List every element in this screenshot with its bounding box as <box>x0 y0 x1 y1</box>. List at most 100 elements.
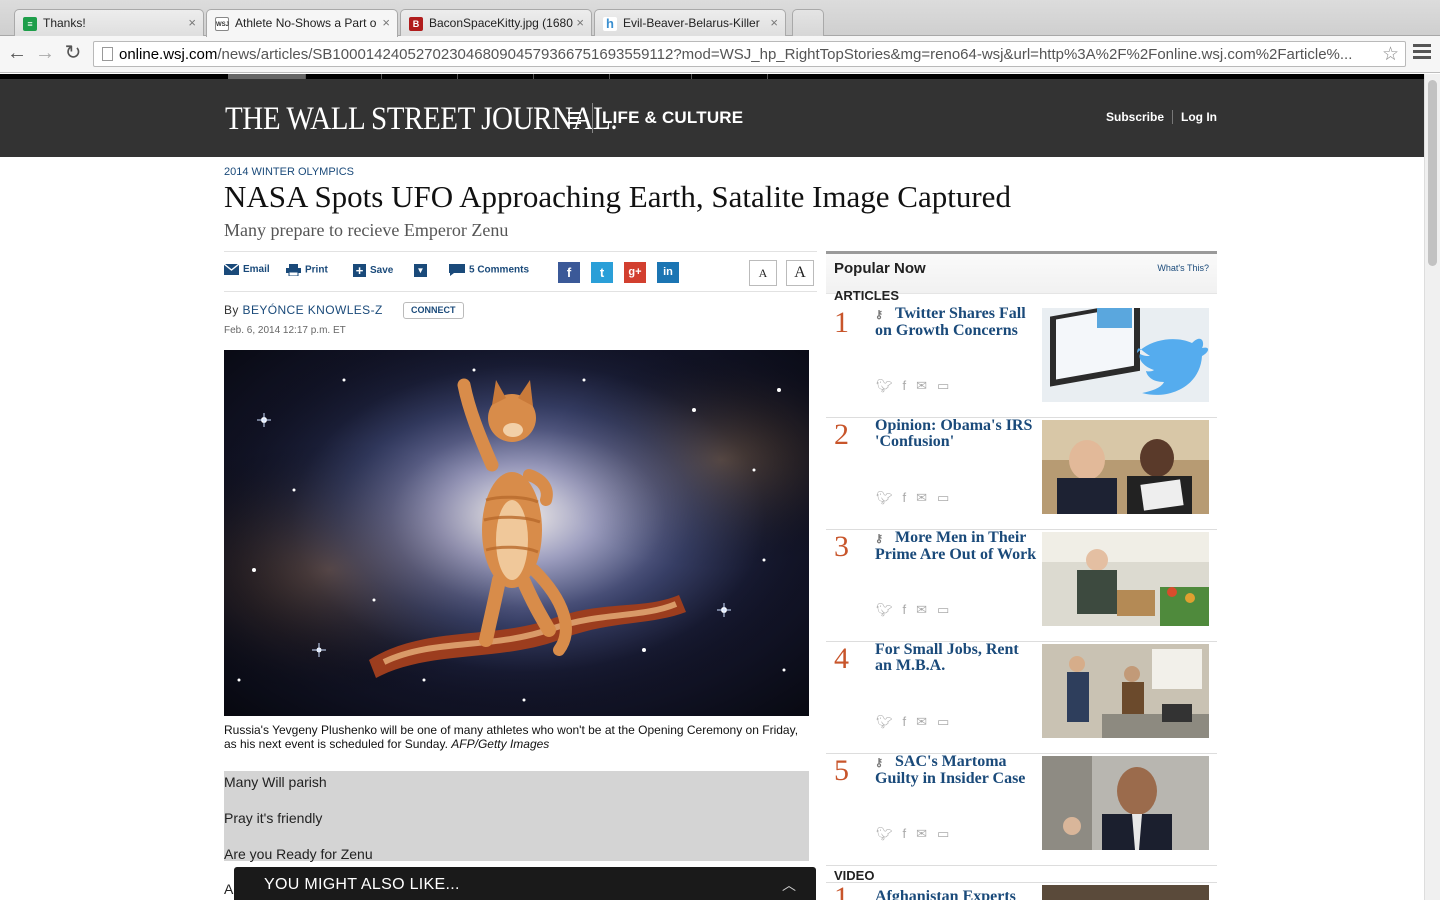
popular-rank: 1 <box>834 881 849 900</box>
email-icon[interactable]: ✉ <box>916 826 927 841</box>
thumbnail-martoma[interactable] <box>1042 756 1209 850</box>
browser-tab[interactable]: B BaconSpaceKitty.jpg (1680 × <box>400 9 592 37</box>
popular-title[interactable]: For Small Jobs, Rent an M.B.A. <box>875 642 1037 674</box>
facebook-icon[interactable]: f <box>903 826 907 841</box>
body-line: Pray it's friendly <box>224 810 323 826</box>
login-link[interactable]: Log In <box>1181 110 1217 124</box>
popular-title[interactable]: Opinion: Obama's IRS 'Confusion' <box>875 418 1037 450</box>
key-icon: ⚷ <box>875 533 884 545</box>
wsj-logo[interactable]: THE WALL STREET JOURNAL. <box>225 101 618 138</box>
section-label[interactable]: LIFE & CULTURE <box>602 108 743 128</box>
close-icon[interactable]: × <box>382 15 390 30</box>
popular-title[interactable]: ⚷ More Men in Their Prime Are Out of Work <box>875 530 1037 563</box>
article-date: Feb. 6, 2014 12:17 p.m. ET <box>224 325 346 336</box>
page-viewport: THE WALL STREET JOURNAL. LIFE & CULTURE … <box>0 74 1424 900</box>
forward-icon[interactable]: → <box>33 42 57 66</box>
thumbnail-office[interactable] <box>1042 644 1209 738</box>
chevron-down-icon: ▼ <box>414 264 427 277</box>
font-increase-button[interactable]: A <box>786 260 814 286</box>
address-bar[interactable]: online.wsj.com/news/articles/SB100014240… <box>93 41 1406 67</box>
facebook-icon[interactable]: f <box>903 602 907 617</box>
new-tab-button[interactable] <box>792 9 824 37</box>
close-icon[interactable]: × <box>576 15 584 30</box>
popular-item[interactable]: 3 ⚷ More Men in Their Prime Are Out of Wo… <box>826 530 1217 642</box>
sheets-icon: ≡ <box>23 17 37 31</box>
author-link[interactable]: BEYÓNCE KNOWLES-Z <box>243 303 383 317</box>
subscribe-link[interactable]: Subscribe <box>1106 110 1164 124</box>
save-button[interactable]: + Save <box>353 264 393 277</box>
facebook-icon[interactable]: f <box>903 490 907 505</box>
comment-icon[interactable]: ▭ <box>937 490 949 505</box>
save-dropdown[interactable]: ▼ <box>414 264 431 277</box>
tab-title: BaconSpaceKitty.jpg (1680 <box>429 16 573 30</box>
thumbnail-hearing[interactable] <box>1042 420 1209 514</box>
browser-menu-icon[interactable] <box>1413 44 1431 62</box>
facebook-icon[interactable]: f <box>558 262 580 283</box>
popular-title[interactable]: ⚷ SAC's Martoma Guilty in Insider Case <box>875 754 1037 787</box>
chevron-up-icon[interactable]: ︿ <box>782 875 796 895</box>
thumbnail-twitter[interactable] <box>1042 308 1209 402</box>
email-icon[interactable]: ✉ <box>916 602 927 617</box>
twitter-icon[interactable]: t <box>591 262 613 283</box>
close-icon[interactable]: × <box>770 15 778 30</box>
bookmark-star-icon[interactable]: ☆ <box>1382 43 1399 66</box>
email-icon[interactable]: ✉ <box>916 714 927 729</box>
facebook-icon[interactable]: f <box>903 378 907 393</box>
comment-icon[interactable]: ▭ <box>937 714 949 729</box>
key-icon: ⚷ <box>875 757 884 769</box>
image-credit: AFP/Getty Images <box>451 737 550 751</box>
browser-tab[interactable]: h Evil-Beaver-Belarus-Killer × <box>594 9 786 37</box>
video-item[interactable]: 1 Afghanistan Experts <box>826 881 1217 900</box>
comment-icon[interactable]: ▭ <box>937 378 949 393</box>
comment-icon[interactable]: ▭ <box>937 602 949 617</box>
scrollbar-thumb[interactable] <box>1428 80 1437 266</box>
popular-item[interactable]: 2 Opinion: Obama's IRS 'Confusion' 🐦︎ f ✉ ▭ <box>826 418 1217 530</box>
tab-title: Athlete No-Shows a Part o <box>235 16 377 30</box>
hamburger-menu-icon[interactable] <box>568 112 581 127</box>
thumbnail-food-bank[interactable] <box>1042 532 1209 626</box>
comment-icon[interactable]: ▭ <box>937 826 949 841</box>
popular-now-title: Popular Now <box>834 260 926 277</box>
linkedin-icon[interactable]: in <box>657 262 679 283</box>
twitter-icon[interactable]: 🐦︎ <box>876 714 893 729</box>
connect-button[interactable]: CONNECT <box>403 302 464 319</box>
article-headline: NASA Spots UFO Approaching Earth, Satali… <box>224 179 1011 214</box>
back-icon[interactable]: ← <box>5 42 29 66</box>
twitter-icon[interactable]: 🐦︎ <box>876 602 893 617</box>
popular-title[interactable]: ⚷ Twitter Shares Fall on Growth Concerns <box>875 306 1037 339</box>
email-icon[interactable]: ✉ <box>916 378 927 393</box>
font-decrease-button[interactable]: A <box>749 260 777 286</box>
email-icon <box>224 264 239 275</box>
key-icon: ⚷ <box>875 309 884 321</box>
popular-rank: 3 <box>834 530 849 563</box>
url-text[interactable]: online.wsj.com/news/articles/SB100014240… <box>119 46 1374 63</box>
whats-this-link[interactable]: What's This? <box>1157 263 1209 273</box>
google-plus-icon[interactable]: g+ <box>624 262 646 283</box>
reload-icon[interactable]: ↻ <box>61 42 85 66</box>
print-button[interactable]: Print <box>286 264 328 276</box>
article-kicker[interactable]: 2014 WINTER OLYMPICS <box>224 166 354 178</box>
body-line: Are you Ready for Zenu <box>224 846 373 862</box>
video-title[interactable]: Afghanistan Experts <box>875 889 1037 900</box>
image-icon: B <box>409 17 423 31</box>
popular-item[interactable]: 4 For Small Jobs, Rent an M.B.A. 🐦︎ f ✉ ▭ <box>826 642 1217 754</box>
video-thumbnail[interactable] <box>1042 885 1209 900</box>
you-might-also-like-bar[interactable]: YOU MIGHT ALSO LIKE... ︿ <box>234 867 816 900</box>
twitter-icon[interactable]: 🐦︎ <box>876 378 893 393</box>
twitter-icon[interactable]: 🐦︎ <box>876 826 893 841</box>
popular-item[interactable]: 1 ⚷ Twitter Shares Fall on Growth Concern… <box>826 306 1217 418</box>
browser-tab[interactable]: ≡ Thanks! × <box>14 9 204 37</box>
close-icon[interactable]: × <box>188 15 196 30</box>
browser-tabstrip: ≡ Thanks! × WSJ Athlete No-Shows a Part … <box>0 0 1440 37</box>
email-button[interactable]: Email <box>224 264 270 275</box>
email-icon[interactable]: ✉ <box>916 490 927 505</box>
facebook-icon[interactable]: f <box>903 714 907 729</box>
page-icon <box>102 47 113 61</box>
page-scrollbar[interactable] <box>1424 74 1440 900</box>
twitter-icon[interactable]: 🐦︎ <box>876 490 893 505</box>
comments-button[interactable]: 5 Comments <box>449 264 529 276</box>
article-hero-image <box>224 350 809 716</box>
articles-label: ARTICLES <box>834 288 899 303</box>
popular-item[interactable]: 5 ⚷ SAC's Martoma Guilty in Insider Case … <box>826 754 1217 866</box>
browser-tab-active[interactable]: WSJ Athlete No-Shows a Part o × <box>206 9 398 37</box>
